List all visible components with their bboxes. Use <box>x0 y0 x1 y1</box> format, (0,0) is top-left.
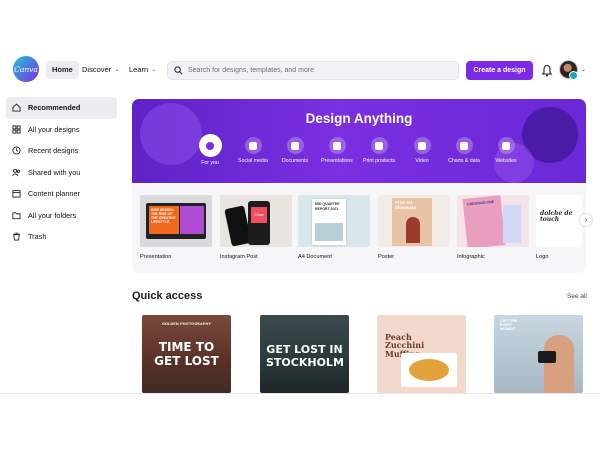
template-label: Presentation <box>140 254 172 260</box>
folder-icon <box>12 212 21 219</box>
card-small-text: GOLDEN PHOTOGRAPHY <box>162 322 211 326</box>
template-text: dolche de touch <box>540 210 573 223</box>
template-label: Logo <box>536 254 549 260</box>
document-icon <box>286 137 304 154</box>
template-text: Chair <box>251 207 267 223</box>
canva-logo[interactable]: Canva <box>13 56 39 82</box>
sidebar-item-label: Trash <box>28 232 47 242</box>
template-text: CREATING ONE <box>462 195 506 247</box>
template-label: Infographic <box>457 254 485 260</box>
sidebar-item-label: Recent designs <box>28 146 79 156</box>
chevron-down-icon: ⌄ <box>151 67 157 73</box>
sidebar-item-recent[interactable]: Recent designs <box>6 140 117 162</box>
card-title: TIME TO GET LOST <box>154 340 219 368</box>
home-icon <box>12 103 21 112</box>
sidebar-item-label: Shared with you <box>28 167 81 177</box>
sidebar: Recommended All your designs Recent desi… <box>6 97 117 248</box>
logo-text: Canva <box>14 64 38 74</box>
chevron-down-icon: ⌄ <box>114 67 120 73</box>
sidebar-item-all-designs[interactable]: All your designs <box>6 119 117 141</box>
video-icon <box>413 137 431 154</box>
template-card[interactable]: Chair Instagram Post <box>220 195 292 260</box>
sparkle-icon <box>198 134 222 157</box>
search-icon <box>174 66 183 75</box>
quick-access-card[interactable]: GET LOST IN STOCKHOLM <box>260 315 349 393</box>
chevron-down-icon[interactable]: ⌄ <box>581 66 586 73</box>
search-input[interactable] <box>188 67 448 74</box>
template-card[interactable]: CREATING ONE Infographic <box>457 195 529 260</box>
grid-icon <box>12 125 21 134</box>
category-label: Websites <box>495 158 517 164</box>
sidebar-item-shared[interactable]: Shared with you <box>6 162 117 184</box>
template-thumbnail: CREATING ONE <box>457 195 529 247</box>
quick-access-card[interactable]: Peach Zucchini Muffins <box>377 315 466 393</box>
template-card[interactable]: WEB DESIGN: THE RISE OF THE CREATIVE LIF… <box>140 195 212 260</box>
template-thumbnail: MID QUARTER REPORT 2021 <box>298 195 370 247</box>
template-label: A4 Document <box>298 254 332 260</box>
see-all-link[interactable]: See all <box>567 293 587 300</box>
heart-icon <box>244 137 262 154</box>
people-icon <box>12 168 21 176</box>
hero-title: Design Anything <box>305 111 413 126</box>
category-websites[interactable]: Websites <box>481 137 531 164</box>
hero-banner: Design Anything For you Social media Doc… <box>132 99 586 183</box>
calendar-icon <box>12 190 21 198</box>
presentation-icon <box>328 137 346 154</box>
sidebar-item-label: All your folders <box>28 210 77 220</box>
sidebar-item-label: All your designs <box>28 124 80 134</box>
bell-icon[interactable] <box>541 64 553 77</box>
category-row: For you Social media Documents Presentat… <box>132 134 586 177</box>
chart-icon <box>455 137 473 154</box>
sidebar-item-label: Content planner <box>28 189 80 199</box>
search-bar[interactable] <box>167 61 459 80</box>
sidebar-item-content-planner[interactable]: Content planner <box>6 183 117 205</box>
template-thumbnail: Chair <box>220 195 292 247</box>
top-bar: Canva Home Discover⌄ Learn⌄ Create a des… <box>0 52 600 90</box>
template-label: Poster <box>378 254 395 260</box>
sidebar-item-label: Recommended <box>28 103 81 113</box>
sidebar-item-recommended[interactable]: Recommended <box>6 97 117 119</box>
nav-home[interactable]: Home <box>46 61 79 79</box>
template-card[interactable]: MID QUARTER REPORT 2021 A4 Document <box>298 195 370 260</box>
card-title: GET LOST IN STOCKHOLM <box>266 343 344 370</box>
gift-icon <box>370 137 388 154</box>
template-thumbnail: WEB DESIGN: THE RISE OF THE CREATIVE LIF… <box>140 195 212 247</box>
chevron-right-icon[interactable]: › <box>580 214 592 226</box>
template-card[interactable]: Print Art Showcase Poster <box>378 195 450 260</box>
quick-access-card[interactable]: GOLDEN PHOTOGRAPHY TIME TO GET LOST <box>142 315 231 393</box>
template-thumbnail: Print Art Showcase <box>378 195 450 247</box>
quick-access-card[interactable]: CAPTURE EVERY MOMENT <box>494 315 583 393</box>
nav-discover[interactable]: Discover ⌄ <box>82 61 119 79</box>
nav-learn[interactable]: Learn ⌄ <box>129 61 156 79</box>
card-small-text: CAPTURE EVERY MOMENT <box>500 319 518 331</box>
nav-learn-label: Learn <box>129 65 149 74</box>
template-row: WEB DESIGN: THE RISE OF THE CREATIVE LIF… <box>132 183 586 273</box>
sidebar-item-trash[interactable]: Trash <box>6 226 117 248</box>
template-text: WEB DESIGN: THE RISE OF THE CREATIVE LIF… <box>149 206 179 234</box>
template-thumbnail: dolche de touch <box>536 195 582 247</box>
nav-discover-label: Discover <box>82 65 112 74</box>
divider <box>0 393 600 394</box>
clock-icon <box>12 146 21 155</box>
create-design-button[interactable]: Create a design <box>466 61 533 80</box>
team-badge <box>569 71 578 80</box>
quick-access-title: Quick access <box>132 290 203 302</box>
cursor-icon <box>497 137 515 154</box>
trash-icon <box>13 232 20 241</box>
template-label: Instagram Post <box>220 254 258 260</box>
sidebar-item-folders[interactable]: All your folders <box>6 205 117 227</box>
template-card[interactable]: dolche de touch Logo <box>536 195 582 260</box>
